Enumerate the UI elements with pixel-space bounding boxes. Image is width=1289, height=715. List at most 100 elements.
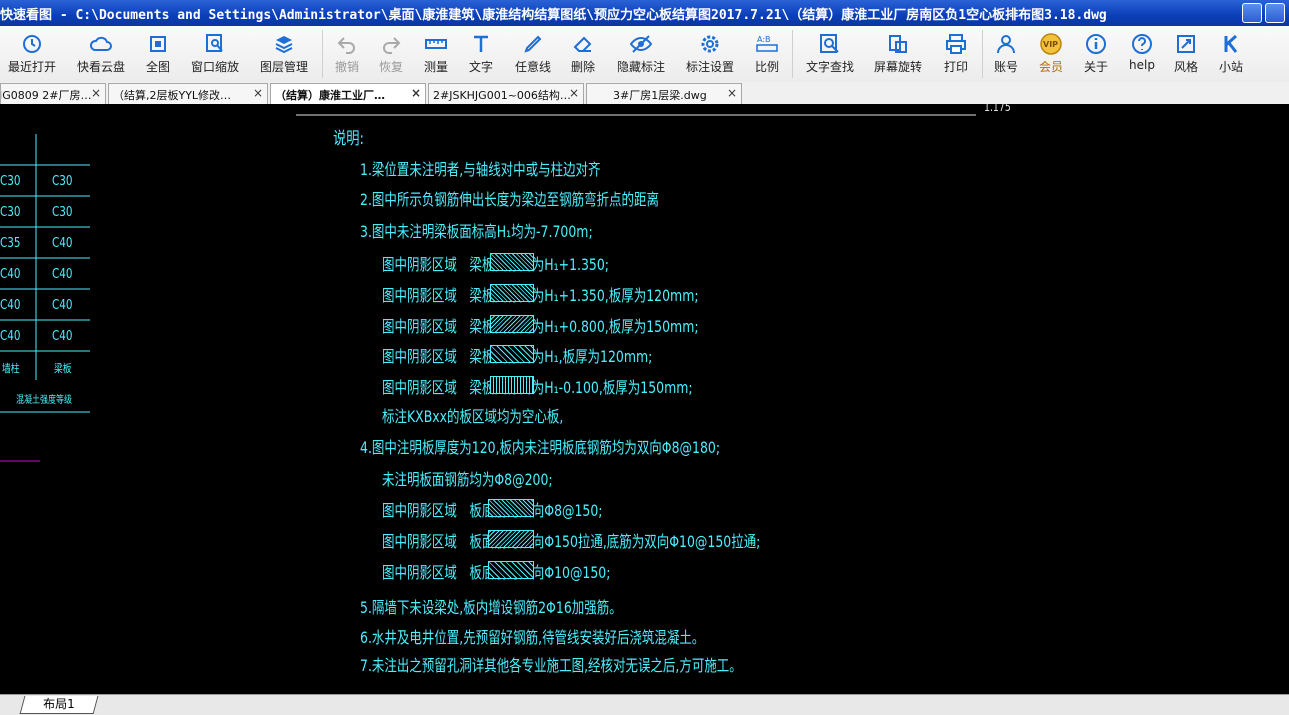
table-footer: 混凝土强度等级	[16, 395, 72, 406]
hatch-swatch	[490, 253, 534, 271]
document-tab-bar: JG0809 2#厂房… × （结算,2层板YYL修改… × （结算）康淮工业厂…	[0, 82, 1289, 105]
toolbar-label: 快看云盘	[76, 60, 125, 74]
table-cell: C30	[0, 174, 21, 189]
notes-heading: 说明:	[333, 129, 364, 149]
tab-close-icon[interactable]: ×	[411, 86, 421, 100]
drawing-canvas[interactable]: 1.175 C30 C30 C30 C30 C35 C40 C40 C40 C4…	[0, 104, 1289, 694]
about-button[interactable]: 关于	[1078, 26, 1114, 82]
hatch-swatch	[490, 284, 534, 302]
toolbar-label: 测量	[423, 60, 448, 74]
layout-bar: 布局1	[0, 694, 1289, 715]
tab-label: JG0809 2#厂房…	[0, 89, 92, 102]
toolbar-label: 文字	[468, 60, 493, 74]
toolbar-label: 比例	[754, 60, 779, 74]
redo-button[interactable]: 恢复	[374, 26, 408, 82]
table-cell: C40	[52, 298, 73, 313]
style-icon	[1177, 35, 1195, 53]
toolbar-label: 文字查找	[805, 60, 854, 74]
toolbar-label: 窗口缩放	[190, 60, 239, 74]
toolbar-label: 任意线	[514, 60, 551, 74]
layout-tab[interactable]: 布局1	[19, 696, 99, 714]
hide-annotation-button[interactable]: 隐藏标注	[612, 26, 670, 82]
note-line: 1.梁位置未注明者,与轴线对中或与柱边对齐	[360, 160, 601, 179]
layout-tab-label: 布局1	[43, 697, 75, 711]
undo-button[interactable]: 撤销	[330, 26, 364, 82]
freehand-line-button[interactable]: 任意线	[510, 26, 556, 82]
text-button[interactable]: 文字	[464, 26, 498, 82]
tab-close-icon[interactable]: ×	[569, 86, 579, 100]
print-button[interactable]: 打印	[938, 26, 974, 82]
tab-doc-5[interactable]: 3#厂房1层梁.dwg ×	[586, 83, 742, 104]
toolbar-label: 账号	[993, 60, 1018, 74]
site-button[interactable]: 小站	[1213, 26, 1249, 82]
tab-doc-3[interactable]: （结算）康淮工业厂… ×	[270, 83, 426, 104]
rotate-icon	[889, 35, 907, 53]
main-toolbar: 最近打开 快看云盘 全图 窗口缩放 图层管理 撤销 恢复 测量 文字 任意线 删…	[0, 26, 1289, 83]
measure-button[interactable]: 测量	[419, 26, 453, 82]
k-logo-icon	[1224, 34, 1238, 53]
hatch-swatch	[490, 315, 534, 333]
note-line: 图中阴影区域 梁板面标高为H₁+1.350,板厚为120mm;	[382, 286, 699, 305]
screen-rotate-button[interactable]: 屏幕旋转	[868, 26, 928, 82]
toolbar-label: 最近打开	[7, 60, 56, 74]
tab-label: 2#JSKHJG001~006结构…	[433, 89, 571, 102]
tab-label: （结算,2层板YYL修改…	[113, 89, 232, 102]
fit-all-button[interactable]: 全图	[140, 26, 176, 82]
delete-button[interactable]: 删除	[566, 26, 600, 82]
tab-close-icon[interactable]: ×	[727, 86, 737, 100]
vip-button[interactable]: VIP 会员	[1033, 26, 1069, 82]
elevation-label: 1.175	[984, 104, 1011, 114]
restore-button[interactable]	[1265, 3, 1285, 23]
toolbar-label: 删除	[570, 60, 595, 74]
window-title: 快速看图 - C:\Documents and Settings\Adminis…	[0, 8, 1107, 23]
toolbar-label: 隐藏标注	[616, 60, 665, 74]
printer-icon	[946, 34, 966, 54]
cloud-disk-button[interactable]: 快看云盘	[70, 26, 132, 82]
table-cell: C35	[0, 236, 21, 251]
note-line: 5.隔墙下未设梁处,板内增设钢筋2Φ16加强筋。	[360, 598, 622, 617]
toolbar-label: 会员	[1038, 60, 1063, 74]
recent-open-button[interactable]: 最近打开	[2, 26, 62, 82]
account-button[interactable]: 账号	[988, 26, 1024, 82]
tab-close-icon[interactable]: ×	[91, 86, 101, 100]
cloud-icon	[89, 36, 112, 51]
tab-doc-1[interactable]: JG0809 2#厂房… ×	[0, 83, 106, 104]
undo-icon	[337, 37, 355, 54]
toolbar-label: help	[1129, 58, 1155, 72]
style-button[interactable]: 风格	[1168, 26, 1204, 82]
layer-manager-button[interactable]: 图层管理	[255, 26, 313, 82]
help-icon	[1132, 34, 1152, 54]
hatch-swatch	[488, 561, 534, 579]
note-line: 标注KXBxx的板区域均为空心板,	[382, 407, 564, 426]
tab-doc-2[interactable]: （结算,2层板YYL修改… ×	[108, 83, 268, 104]
tab-label: 3#厂房1层梁.dwg	[613, 89, 707, 102]
find-text-button[interactable]: 文字查找	[800, 26, 860, 82]
toolbar-label: 打印	[943, 60, 968, 74]
annotation-settings-button[interactable]: 标注设置	[680, 26, 740, 82]
ruler-icon	[425, 39, 447, 49]
toolbar-label: 全图	[145, 60, 170, 74]
gear-icon	[701, 35, 719, 53]
history-icon	[23, 35, 41, 53]
scale-button[interactable]: A:B 比例	[750, 26, 784, 82]
table-cell: C40	[0, 267, 21, 282]
table-cell: 墙柱	[2, 362, 20, 375]
table-cell: C40	[0, 329, 21, 344]
tab-close-icon[interactable]: ×	[253, 86, 263, 100]
hatch-swatch	[488, 499, 534, 517]
text-icon	[474, 35, 488, 52]
zoom-window-icon	[206, 34, 223, 52]
layers-icon	[275, 36, 293, 54]
minimize-button[interactable]	[1242, 3, 1262, 23]
title-bar: 快速看图 - C:\Documents and Settings\Adminis…	[0, 0, 1289, 26]
scale-icon: A:B	[756, 35, 778, 52]
hatch-swatch	[488, 530, 534, 548]
tab-doc-4[interactable]: 2#JSKHJG001~006结构… ×	[428, 83, 584, 104]
note-line: 图中阴影区域 梁板面标高为H₁-0.100,板厚为150mm;	[382, 378, 693, 397]
note-line: 3.图中未注明梁板面标高H₁均为-7.700m;	[360, 222, 593, 241]
svg-text:A:B: A:B	[757, 35, 771, 44]
zoom-window-button[interactable]: 窗口缩放	[186, 26, 244, 82]
hatch-swatch	[490, 345, 534, 363]
toolbar-separator	[792, 30, 793, 78]
help-button[interactable]: help	[1122, 26, 1162, 82]
